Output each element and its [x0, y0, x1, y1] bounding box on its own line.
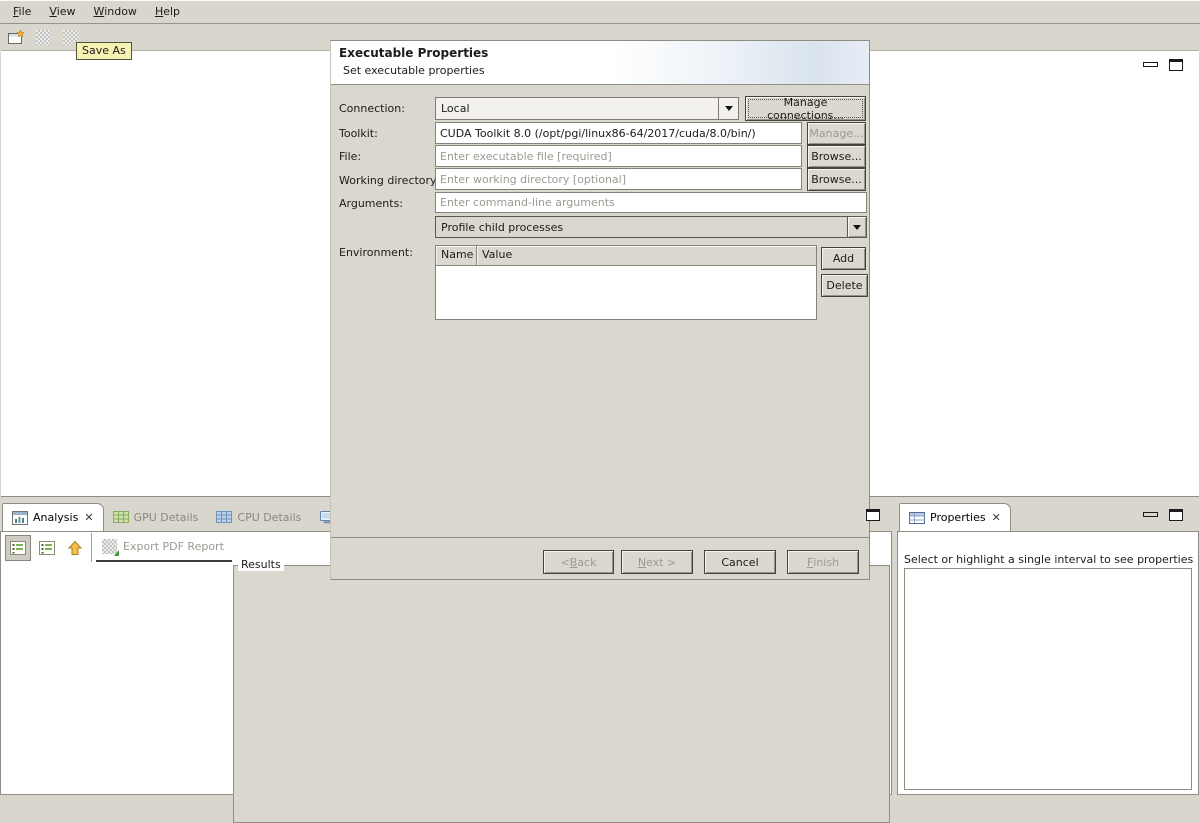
- working-directory-input[interactable]: [435, 168, 802, 190]
- environment-table-header: Name Value: [436, 246, 816, 266]
- menu-bar: File View Window Help: [0, 0, 1200, 24]
- working-directory-browse-button[interactable]: Browse...: [807, 168, 866, 191]
- executable-properties-dialog: Executable Properties Set executable pro…: [330, 40, 870, 580]
- tab-cpu-details[interactable]: CPU Details: [207, 503, 310, 531]
- tab-analysis-close-icon[interactable]: ✕: [83, 511, 93, 524]
- working-directory-label: Working directory:: [339, 174, 439, 187]
- properties-list-area: [904, 568, 1192, 790]
- tab-gpu-details[interactable]: GPU Details: [104, 503, 208, 531]
- file-input[interactable]: [435, 145, 802, 167]
- properties-minimize-icon[interactable]: [1143, 512, 1158, 517]
- tab-properties-close-icon[interactable]: ✕: [991, 511, 1001, 524]
- env-column-value[interactable]: Value: [477, 246, 816, 266]
- tab-cpu-details-label: CPU Details: [237, 511, 301, 524]
- toolkit-manage-button[interactable]: Manage...: [807, 122, 866, 145]
- next-button[interactable]: Next >: [621, 550, 693, 574]
- environment-label: Environment:: [339, 246, 413, 259]
- editor-maximize-icon[interactable]: [1169, 59, 1183, 71]
- up-arrow-icon: [67, 540, 83, 556]
- menu-view[interactable]: View: [40, 2, 84, 21]
- analysis-outline-view-button[interactable]: [34, 535, 60, 561]
- tab-gpu-details-label: GPU Details: [134, 511, 199, 524]
- toolkit-label: Toolkit:: [339, 127, 378, 140]
- connection-label: Connection:: [339, 102, 405, 115]
- analysis-list-view-button[interactable]: [5, 535, 31, 561]
- analysis-icon: [12, 511, 28, 525]
- editor-minimize-icon[interactable]: [1143, 62, 1158, 67]
- analysis-maximize-icon[interactable]: [866, 509, 880, 521]
- new-session-button[interactable]: [4, 27, 28, 49]
- tab-properties-label: Properties: [930, 511, 986, 524]
- tab-properties[interactable]: Properties ✕: [899, 503, 1011, 531]
- properties-maximize-icon[interactable]: [1169, 509, 1183, 521]
- toolkit-input[interactable]: [435, 122, 802, 144]
- menu-window[interactable]: Window: [85, 2, 146, 21]
- file-browse-button[interactable]: Browse...: [807, 145, 866, 168]
- connection-select[interactable]: Local: [435, 97, 739, 120]
- finish-button[interactable]: Finish: [787, 550, 859, 574]
- results-group: Results: [233, 565, 890, 823]
- properties-content: Select or highlight a single interval to…: [897, 531, 1199, 795]
- analysis-up-button[interactable]: [62, 535, 88, 561]
- export-pdf-report-button[interactable]: Export PDF Report: [96, 532, 232, 562]
- toolbar-separator: [91, 533, 92, 562]
- list-view-icon: [10, 540, 26, 556]
- dialog-subtitle: Set executable properties: [343, 64, 485, 77]
- add-button[interactable]: Add: [821, 247, 866, 270]
- properties-tabbar: Properties ✕: [897, 503, 1200, 531]
- manage-connections-button[interactable]: Manage connections...: [745, 96, 866, 121]
- properties-empty-message: Select or highlight a single interval to…: [904, 553, 1196, 566]
- outline-view-icon: [39, 540, 55, 556]
- new-session-icon: [7, 29, 26, 46]
- export-pdf-label: Export PDF Report: [123, 540, 224, 553]
- file-label: File:: [339, 150, 361, 163]
- cancel-button[interactable]: Cancel: [704, 550, 776, 574]
- dialog-header: Executable Properties Set executable pro…: [331, 41, 869, 85]
- env-column-name[interactable]: Name: [436, 246, 477, 266]
- save-button[interactable]: [31, 27, 55, 49]
- export-pdf-icon: [102, 539, 117, 554]
- chevron-down-icon[interactable]: [718, 98, 738, 119]
- back-button[interactable]: < Back: [543, 550, 614, 574]
- tab-analysis-label: Analysis: [33, 511, 78, 524]
- dialog-title: Executable Properties: [339, 46, 488, 60]
- properties-panel: Properties ✕ Select or highlight a singl…: [897, 503, 1200, 795]
- gpu-details-icon: [113, 511, 129, 523]
- menu-file[interactable]: File: [4, 2, 40, 21]
- save-icon: [36, 30, 51, 45]
- cpu-details-icon: [216, 511, 232, 523]
- profile-mode-select[interactable]: Profile child processes: [435, 216, 867, 238]
- profile-mode-value: Profile child processes: [436, 217, 847, 237]
- arguments-input[interactable]: [435, 192, 867, 213]
- arguments-label: Arguments:: [339, 197, 403, 210]
- tab-analysis[interactable]: Analysis ✕: [2, 503, 104, 531]
- connection-value: Local: [436, 98, 718, 119]
- save-as-tooltip: Save As: [76, 42, 132, 60]
- chevron-down-icon[interactable]: [847, 217, 866, 237]
- properties-icon: [909, 512, 925, 524]
- results-label: Results: [238, 558, 284, 571]
- environment-table: Name Value: [435, 245, 817, 320]
- delete-button[interactable]: Delete: [821, 274, 868, 297]
- menu-help[interactable]: Help: [146, 2, 189, 21]
